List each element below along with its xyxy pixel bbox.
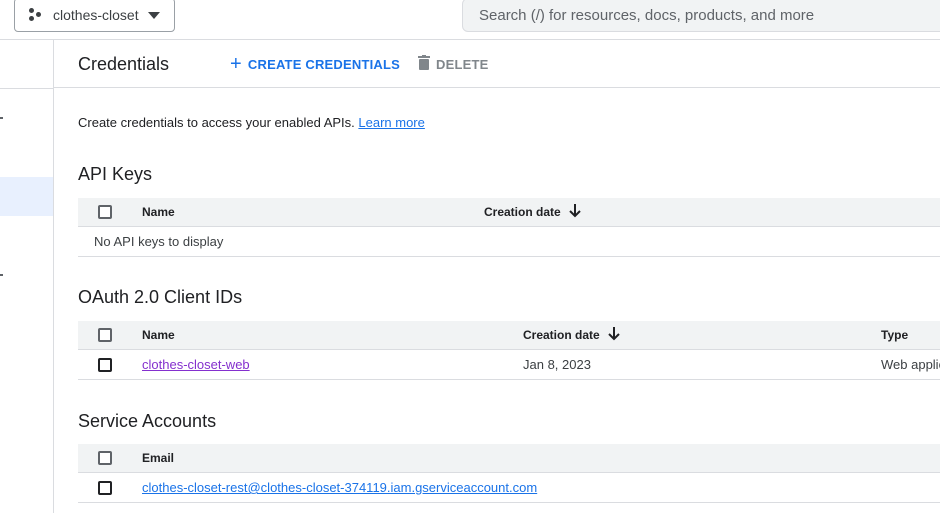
select-all-checkbox[interactable] xyxy=(98,451,112,465)
empty-message: No API keys to display xyxy=(94,234,224,249)
intro-text: Create credentials to access your enable… xyxy=(78,115,425,130)
search-bar[interactable] xyxy=(462,0,940,32)
plus-icon: + xyxy=(230,53,242,75)
nav-item-marker[interactable] xyxy=(0,274,3,276)
column-header-label: Creation date xyxy=(484,205,561,219)
oauth-table: Name Creation date Type clothes-closet-w… xyxy=(78,321,940,380)
column-header-creation-date[interactable]: Creation date xyxy=(484,198,581,226)
oauth-title: OAuth 2.0 Client IDs xyxy=(78,287,243,307)
sort-down-arrow-icon[interactable] xyxy=(568,203,581,221)
table-header: Name Creation date Type xyxy=(78,321,940,350)
left-nav-rail xyxy=(0,40,54,513)
row-checkbox[interactable] xyxy=(98,480,112,495)
search-input[interactable] xyxy=(463,5,940,25)
create-credentials-label: CREATE CREDENTIALS xyxy=(247,56,401,72)
api-keys-table: Name Creation date No API keys to displa… xyxy=(78,198,940,257)
select-all-checkbox[interactable] xyxy=(98,205,112,219)
type-cell: Web application xyxy=(881,357,940,372)
create-credentials-button[interactable]: + CREATE CREDENTIALS xyxy=(230,54,400,74)
column-header-email[interactable]: Email xyxy=(142,444,174,472)
column-header-name[interactable]: Name xyxy=(142,198,175,226)
client-name-link[interactable]: clothes-closet-web xyxy=(142,357,250,372)
learn-more-link[interactable]: Learn more xyxy=(358,115,424,130)
nav-item-credentials-active[interactable] xyxy=(0,177,53,216)
project-picker[interactable]: clothes-closet xyxy=(14,0,175,32)
table-row: clothes-closet-web Jan 8, 2023 Web appli… xyxy=(78,350,940,380)
column-header-label: Creation date xyxy=(523,328,600,342)
creation-date-cell: Jan 8, 2023 xyxy=(523,357,591,372)
column-header-type[interactable]: Type xyxy=(881,321,908,349)
column-header-creation-date[interactable]: Creation date xyxy=(523,321,620,349)
row-checkbox[interactable] xyxy=(98,357,112,372)
delete-button[interactable]: DELETE xyxy=(418,54,488,74)
trash-icon xyxy=(418,55,430,73)
column-header-name[interactable]: Name xyxy=(142,321,175,349)
table-header: Email xyxy=(78,444,940,473)
caret-down-icon xyxy=(148,12,160,19)
delete-label: DELETE xyxy=(436,56,489,72)
select-all-checkbox[interactable] xyxy=(98,328,112,342)
nav-item-marker[interactable] xyxy=(0,117,3,119)
service-accounts-table: Email clothes-closet-rest@clothes-closet… xyxy=(78,444,940,503)
api-keys-title: API Keys xyxy=(78,164,153,184)
top-bar: clothes-closet xyxy=(0,0,940,40)
table-row-empty: No API keys to display xyxy=(78,227,940,257)
table-row: clothes-closet-rest@clothes-closet-37411… xyxy=(78,473,940,503)
sort-down-arrow-icon[interactable] xyxy=(607,326,620,344)
service-account-email-link[interactable]: clothes-closet-rest@clothes-closet-37411… xyxy=(142,480,537,495)
table-header: Name Creation date xyxy=(78,198,940,227)
page-title: Credentials xyxy=(78,54,170,74)
page-header: Credentials + CREATE CREDENTIALS DELETE xyxy=(54,40,940,88)
project-dots-icon xyxy=(29,8,43,22)
project-name: clothes-closet xyxy=(53,7,139,23)
rail-header xyxy=(0,40,53,89)
service-accounts-title: Service Accounts xyxy=(78,411,217,431)
intro-message: Create credentials to access your enable… xyxy=(78,115,355,130)
